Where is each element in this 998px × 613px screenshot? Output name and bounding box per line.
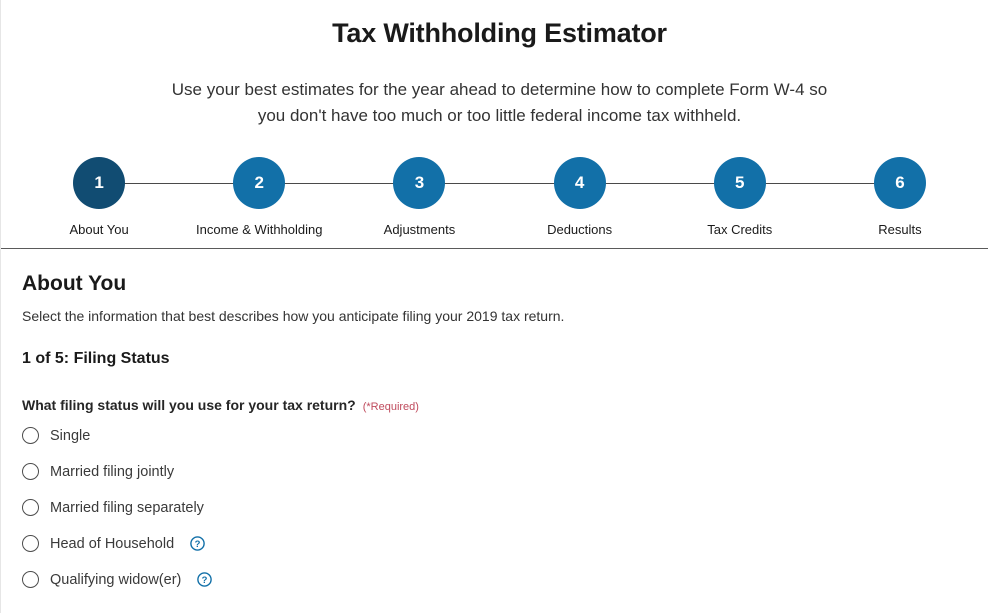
stepper-label: About You <box>69 222 129 238</box>
step-heading: 1 of 5: Filing Status <box>22 349 170 367</box>
page-header: Tax Withholding Estimator Use your best … <box>1 0 998 129</box>
stepper-circle: 1 <box>73 157 126 210</box>
stepper-circle: 6 <box>873 157 926 210</box>
section-description: Select the information that best describ… <box>22 307 565 324</box>
page-subtitle: Use your best estimates for the year ahe… <box>171 80 828 126</box>
stepper-label: Income & Withholding <box>196 222 323 238</box>
help-question-circle-icon[interactable]: ? <box>190 536 205 551</box>
stepper-label: Results <box>878 222 922 238</box>
stepper-step-5[interactable]: 5 Tax Credits <box>660 157 900 238</box>
radio-label: Single <box>50 427 91 444</box>
question-row: What filing status will you use for your… <box>22 397 998 413</box>
stepper-circle: 4 <box>553 157 606 210</box>
required-indicator: (*Required) <box>362 400 419 413</box>
radio-button[interactable] <box>22 463 39 481</box>
stepper-step-3[interactable]: 3 Adjustments <box>339 157 580 238</box>
svg-text:?: ? <box>202 575 208 586</box>
radio-option[interactable]: Head of Household? <box>22 535 205 553</box>
stepper-step-1[interactable]: 1 About You <box>19 157 260 238</box>
stepper-label: Tax Credits <box>707 222 773 238</box>
radio-button[interactable] <box>22 571 39 589</box>
radio-label: Married filing jointly <box>50 463 175 480</box>
radio-option[interactable]: Single <box>22 427 90 445</box>
stepper-step-4[interactable]: 4 Deductions <box>500 157 740 238</box>
stepper-step-6[interactable]: 6 Results <box>820 157 980 237</box>
stepper-step-2[interactable]: 2 Income & Withholding <box>179 157 420 238</box>
about-you-section: About You Select the information that be… <box>1 249 998 589</box>
stepper-circle: 5 <box>713 157 766 210</box>
radio-option[interactable]: Married filing jointly <box>22 463 174 481</box>
stepper-circle: 2 <box>233 157 286 210</box>
stepper-label: Adjustments <box>383 222 456 238</box>
radio-button[interactable] <box>22 535 39 553</box>
radio-label: Qualifying widow(er) <box>50 571 182 588</box>
stepper-circle: 3 <box>393 157 446 210</box>
radio-button[interactable] <box>22 427 39 445</box>
svg-text:?: ? <box>195 539 201 550</box>
radio-option[interactable]: Qualifying widow(er)? <box>22 571 213 589</box>
section-title: About You <box>22 272 127 296</box>
stepper-label: Deductions <box>547 222 613 238</box>
radio-button[interactable] <box>22 499 39 517</box>
radio-label: Married filing separately <box>50 499 204 516</box>
page-title: Tax Withholding Estimator <box>332 18 667 48</box>
filing-status-radio-group[interactable]: Single Married filing jointly Married fili… <box>22 427 998 589</box>
radio-option[interactable]: Married filing separately <box>22 499 204 517</box>
radio-label: Head of Household <box>50 535 175 552</box>
help-question-circle-icon[interactable]: ? <box>197 572 213 587</box>
question-label: What filing status will you use for your… <box>22 396 356 413</box>
progress-stepper: 1 About You 2 Income & Withholding 3 Adjustme… <box>1 157 998 237</box>
